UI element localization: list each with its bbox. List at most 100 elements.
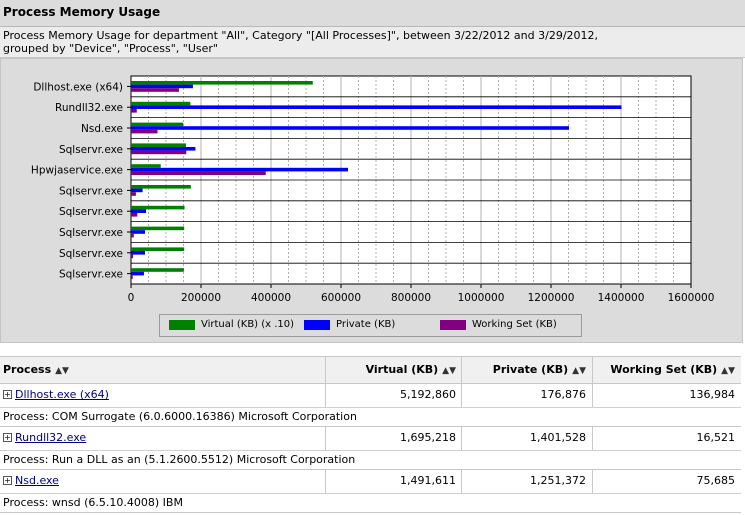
table-row: + Dllhost.exe (x64) 5,192,860 176,876 136… [0, 383, 741, 408]
category-label: Dllhost.exe (x64) [33, 81, 123, 93]
chart-legend: Virtual (KB) (x .10) Private (KB) Workin… [159, 314, 582, 337]
private-cell: 176,876 [540, 388, 587, 401]
virtual-cell: 1,491,611 [400, 474, 456, 487]
bar-working-set [131, 150, 187, 155]
bar-private [131, 84, 193, 89]
bar-working-set [131, 192, 136, 196]
column-label-virtual: Virtual (KB) [365, 363, 439, 376]
category-label: Sqlservr.exe [59, 269, 123, 281]
category-label: Sqlservr.exe [59, 227, 123, 239]
bar-working-set [131, 254, 134, 259]
x-tick-label: 800000 [391, 292, 431, 304]
sort-icon: ▲▼ [572, 366, 586, 376]
category-label: Sqlservr.exe [59, 206, 123, 218]
x-tick-label: 1200000 [528, 292, 575, 304]
expand-icon[interactable]: + [3, 433, 12, 442]
legend-swatch-virtual [169, 320, 195, 330]
bar-virtual [131, 164, 161, 168]
bar-working-set [131, 213, 138, 217]
working-set-cell: 136,984 [689, 388, 736, 401]
bar-private [131, 209, 147, 213]
expand-icon[interactable]: + [3, 390, 12, 399]
bar-private [131, 105, 622, 109]
process-info-text: Process: wnsd (6.5.10.4008) IBM [3, 496, 183, 509]
process-link[interactable]: Nsd.exe [15, 474, 59, 487]
working-set-cell: 16,521 [696, 431, 736, 444]
category-label: Sqlservr.exe [59, 144, 123, 156]
x-tick-label: 400000 [251, 292, 291, 304]
bar-working-set [131, 275, 133, 279]
column-header-working-set[interactable]: Working Set (KB) ▲▼ [593, 357, 735, 383]
column-header-process[interactable]: Process ▲▼ [3, 357, 69, 383]
bar-private [131, 167, 348, 172]
column-header-private[interactable]: Private (KB) ▲▼ [462, 357, 586, 383]
x-tick-label: 1000000 [458, 292, 505, 304]
table-header: Process ▲▼ Virtual (KB) ▲▼ Private (KB) ▲▼ … [0, 356, 741, 384]
bar-working-set [131, 233, 134, 238]
column-label-private: Private (KB) [492, 363, 569, 376]
process-info-row: Process: Run a DLL as an (5.1.2600.5512)… [0, 450, 741, 470]
process-link[interactable]: Rundll32.exe [15, 431, 86, 444]
column-label-working-set: Working Set (KB) [610, 363, 718, 376]
bar-private [131, 271, 144, 276]
bar-private [131, 251, 145, 255]
category-label: Sqlservr.exe [59, 248, 123, 260]
process-info-text: Process: Run a DLL as an (5.1.2600.5512)… [3, 453, 356, 466]
bar-virtual [131, 143, 186, 147]
bar-private [131, 230, 145, 234]
process-cell: + Dllhost.exe (x64) [3, 383, 109, 407]
sort-icon: ▲▼ [442, 366, 456, 376]
bar-working-set [131, 129, 158, 134]
report-description: Process Memory Usage for department "All… [3, 29, 599, 55]
process-info-row: Process: wnsd (6.5.10.4008) IBM [0, 493, 741, 513]
bar-working-set [131, 88, 179, 92]
bar-virtual [131, 205, 185, 210]
bar-virtual [131, 101, 191, 106]
bar-virtual [131, 247, 185, 251]
legend-label-virtual: Virtual (KB) (x .10) [201, 319, 295, 330]
column-header-virtual[interactable]: Virtual (KB) ▲▼ [326, 357, 456, 383]
bar-private [131, 188, 143, 193]
process-link[interactable]: Dllhost.exe (x64) [15, 388, 109, 401]
bar-private [131, 147, 196, 151]
expand-icon[interactable]: + [3, 476, 12, 485]
legend-label-working-set: Working Set (KB) [472, 319, 557, 330]
bar-virtual [131, 122, 184, 127]
bar-private [131, 126, 569, 130]
bar-virtual [131, 226, 185, 231]
category-label: Rundll32.exe [55, 102, 123, 114]
x-tick-label: 600000 [321, 292, 361, 304]
process-info-text: Process: COM Surrogate (6.0.6000.16386) … [3, 410, 357, 423]
legend-swatch-private [304, 320, 330, 330]
process-cell: + Rundll32.exe [3, 426, 86, 450]
table-row: + Nsd.exe 1,491,611 1,251,372 75,685 [0, 469, 741, 494]
category-label: Sqlservr.exe [59, 185, 123, 197]
virtual-cell: 5,192,860 [400, 388, 456, 401]
bar-virtual [131, 185, 191, 189]
report-description-panel: Process Memory Usage for department "All… [0, 27, 745, 58]
bar-virtual [131, 268, 184, 272]
sort-icon: ▲▼ [721, 366, 735, 376]
x-tick-label: 200000 [181, 292, 221, 304]
process-cell: + Nsd.exe [3, 469, 59, 493]
bar-working-set [131, 109, 137, 113]
report-title-bar: Process Memory Usage [0, 0, 745, 27]
memory-usage-chart: 0 200000 400000 600000 800000 1000000 1200000 1… [31, 75, 715, 304]
column-label-process: Process [3, 363, 52, 376]
sort-icon: ▲▼ [55, 366, 69, 376]
chart-panel: 0 200000 400000 600000 800000 1000000 1200000 1… [0, 58, 743, 343]
process-info-row: Process: COM Surrogate (6.0.6000.16386) … [0, 407, 741, 427]
table-row: + Rundll32.exe 1,695,218 1,401,528 16,521 [0, 426, 741, 451]
working-set-cell: 75,685 [696, 474, 736, 487]
x-tick-label: 0 [128, 292, 135, 304]
page-title: Process Memory Usage [3, 5, 161, 19]
legend-swatch-working-set [440, 320, 466, 330]
bar-virtual [131, 81, 313, 85]
bar-working-set [131, 171, 266, 175]
category-label: Nsd.exe [81, 123, 123, 135]
x-tick-label: 1600000 [668, 292, 715, 304]
virtual-cell: 1,695,218 [400, 431, 456, 444]
private-cell: 1,401,528 [530, 431, 586, 444]
category-label: Hpwjaservice.exe [31, 165, 123, 177]
legend-label-private: Private (KB) [336, 319, 396, 330]
